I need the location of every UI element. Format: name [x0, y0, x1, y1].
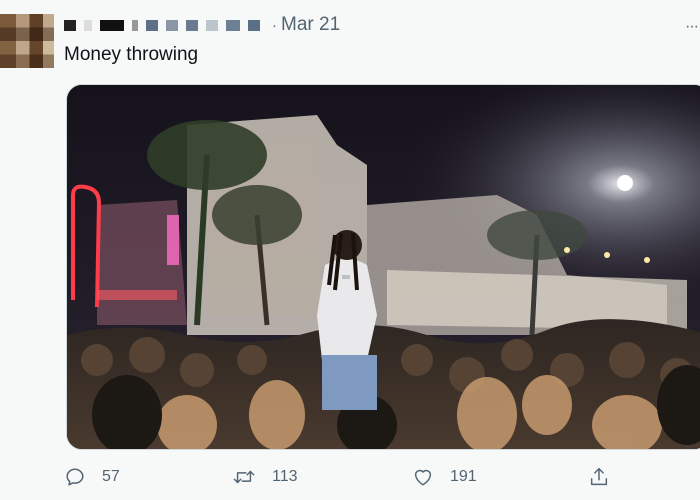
tweet-video[interactable] [66, 84, 700, 450]
header-separator: · [272, 16, 277, 34]
more-icon[interactable]: ··· [685, 18, 699, 36]
heart-icon [414, 469, 432, 486]
reply-icon [66, 468, 84, 486]
author-name-pixelated[interactable] [64, 19, 268, 31]
reply-button[interactable]: 57 [64, 466, 120, 488]
share-icon [590, 468, 608, 486]
tweet[interactable]: · Mar 21 ··· Money throwing 57 113 191 [0, 0, 700, 500]
avatar[interactable] [0, 14, 54, 68]
retweet-button[interactable]: 113 [232, 466, 298, 488]
tweet-text: Money throwing [64, 44, 199, 65]
retweet-icon [233, 470, 255, 484]
tweet-header: · Mar 21 [64, 14, 340, 36]
retweet-count: 113 [272, 468, 298, 485]
like-button[interactable]: 191 [412, 466, 477, 488]
tweet-actions: 57 113 191 [64, 466, 700, 494]
reply-count: 57 [102, 468, 120, 485]
share-button[interactable] [588, 466, 626, 488]
like-count: 191 [450, 468, 477, 485]
video-frame [67, 85, 700, 449]
tweet-date[interactable]: Mar 21 [281, 14, 340, 36]
